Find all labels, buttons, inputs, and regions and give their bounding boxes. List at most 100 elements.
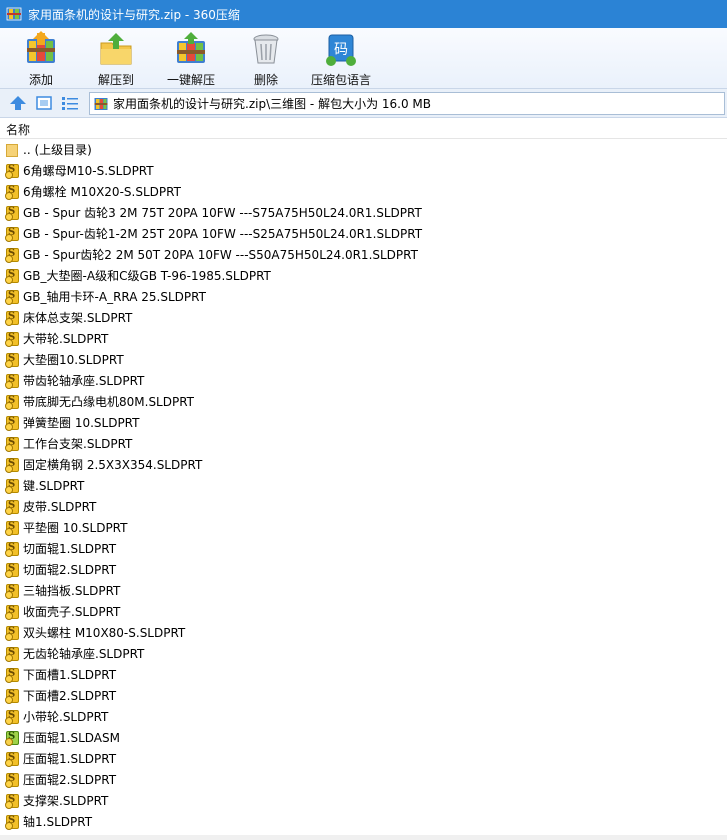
solidworks-part-icon: S	[5, 478, 21, 494]
file-name: 大垫圈10.SLDPRT	[23, 353, 124, 367]
solidworks-part-icon: S	[5, 205, 21, 221]
file-row[interactable]: S GB - Spur齿轮2 2M 50T 20PA 10FW ---S50A75…	[0, 244, 727, 265]
file-row[interactable]: S 切面辊1.SLDPRT	[0, 538, 727, 559]
file-row[interactable]: S GB_轴用卡环-A_RRA 25.SLDPRT	[0, 286, 727, 307]
solidworks-part-icon: S	[5, 646, 21, 662]
delete-button[interactable]: 删除	[230, 31, 302, 88]
solidworks-part-icon: S	[5, 541, 21, 557]
file-name: 固定横角钢 2.5X3X354.SLDPRT	[23, 458, 203, 472]
file-row[interactable]: S 工作台支架.SLDPRT	[0, 433, 727, 454]
archive-language-glyph: 码	[334, 42, 348, 58]
file-row[interactable]: S 压面辊1.SLDPRT	[0, 748, 727, 769]
file-row[interactable]: S 下面槽1.SLDPRT	[0, 664, 727, 685]
file-row[interactable]: S 带底脚无凸缘电机80M.SLDPRT	[0, 391, 727, 412]
file-row[interactable]: S 6角螺母M10-S.SLDPRT	[0, 160, 727, 181]
file-name: 切面辊1.SLDPRT	[23, 542, 117, 556]
solidworks-part-icon: S	[5, 814, 21, 830]
solidworks-part-icon: S	[5, 415, 21, 431]
file-row[interactable]: S 键.SLDPRT	[0, 475, 727, 496]
file-row[interactable]: S 收面壳子.SLDPRT	[0, 601, 727, 622]
file-name: 支撑架.SLDPRT	[23, 794, 109, 808]
solidworks-part-icon: S	[5, 751, 21, 767]
file-row[interactable]: S 平垫圈 10.SLDPRT	[0, 517, 727, 538]
file-row[interactable]: S 双头螺柱 M10X80-S.SLDPRT	[0, 622, 727, 643]
extract-to-button[interactable]: 解压到	[80, 31, 152, 88]
file-row[interactable]: S 弹簧垫圈 10.SLDPRT	[0, 412, 727, 433]
column-header-name[interactable]: 名称	[6, 121, 30, 138]
file-row[interactable]: S 6角螺栓 M10X20-S.SLDPRT	[0, 181, 727, 202]
file-row[interactable]: S 切面辊2.SLDPRT	[0, 559, 727, 580]
file-row[interactable]: S 固定横角钢 2.5X3X354.SLDPRT	[0, 454, 727, 475]
file-row[interactable]: S 轴1.SLDPRT	[0, 811, 727, 832]
add-archive-icon	[23, 31, 59, 67]
folder-icon	[5, 142, 21, 158]
file-name: 大带轮.SLDPRT	[23, 332, 109, 346]
file-row[interactable]: S 小带轮.SLDPRT	[0, 706, 727, 727]
solidworks-part-icon: S	[5, 709, 21, 725]
file-row[interactable]: S 皮带.SLDPRT	[0, 496, 727, 517]
extract-to-folder-icon	[98, 31, 134, 67]
file-row[interactable]: S GB - Spur-齿轮1-2M 25T 20PA 10FW ---S25A7…	[0, 223, 727, 244]
file-name: 带底脚无凸缘电机80M.SLDPRT	[23, 395, 195, 409]
file-name: 皮带.SLDPRT	[23, 500, 97, 514]
file-name: 6角螺栓 M10X20-S.SLDPRT	[23, 185, 181, 199]
file-name: 无齿轮轴承座.SLDPRT	[23, 647, 145, 661]
up-arrow-icon[interactable]	[9, 95, 27, 111]
status-strip	[0, 835, 727, 840]
file-row[interactable]: S 大垫圈10.SLDPRT	[0, 349, 727, 370]
file-list: .. (上级目录) S 6角螺母M10-S.SLDPRT S 6角螺栓 M10X20-S…	[0, 139, 727, 832]
archive-language-button[interactable]: 码 压缩包语言	[305, 31, 377, 88]
file-name: 键.SLDPRT	[23, 479, 85, 493]
file-row[interactable]: S 下面槽2.SLDPRT	[0, 685, 727, 706]
file-row[interactable]: S GB_大垫圈-A级和C级GB T-96-1985.SLDPRT	[0, 265, 727, 286]
one-click-extract-button-label: 一键解压	[166, 73, 215, 87]
extract-to-button-label: 解压到	[97, 73, 134, 87]
file-row[interactable]: S 大带轮.SLDPRT	[0, 328, 727, 349]
file-row[interactable]: S 带齿轮轴承座.SLDPRT	[0, 370, 727, 391]
file-row[interactable]: S 无齿轮轴承座.SLDPRT	[0, 643, 727, 664]
file-row[interactable]: S 压面辊1.SLDASM	[0, 727, 727, 748]
file-name: 床体总支架.SLDPRT	[23, 311, 133, 325]
trash-can-icon	[248, 31, 284, 67]
window-title: 家用面条机的设计与研究.zip - 360压缩	[28, 7, 240, 22]
file-name: .. (上级目录)	[23, 143, 92, 157]
details-view-icon[interactable]	[61, 95, 79, 111]
file-name: GB - Spur齿轮2 2M 50T 20PA 10FW ---S50A75H…	[23, 248, 418, 262]
solidworks-part-icon: S	[5, 457, 21, 473]
file-row[interactable]: S 床体总支架.SLDPRT	[0, 307, 727, 328]
solidworks-part-icon: S	[5, 373, 21, 389]
solidworks-part-icon: S	[5, 310, 21, 326]
solidworks-part-icon: S	[5, 604, 21, 620]
address-bar: 家用面条机的设计与研究.zip\三维图 - 解包大小为 16.0 MB	[0, 89, 727, 118]
solidworks-part-icon: S	[5, 625, 21, 641]
large-icons-view-icon[interactable]	[35, 95, 53, 111]
file-name: 下面槽2.SLDPRT	[23, 689, 117, 703]
solidworks-part-icon: S	[5, 499, 21, 515]
solidworks-assembly-icon: S	[5, 730, 21, 746]
file-row[interactable]: S 支撑架.SLDPRT	[0, 790, 727, 811]
file-row[interactable]: S 压面辊2.SLDPRT	[0, 769, 727, 790]
solidworks-part-icon: S	[5, 436, 21, 452]
file-name: 6角螺母M10-S.SLDPRT	[23, 164, 154, 178]
file-name: 轴1.SLDPRT	[23, 815, 93, 829]
file-name: 双头螺柱 M10X80-S.SLDPRT	[23, 626, 186, 640]
one-click-extract-button[interactable]: 一键解压	[155, 31, 227, 88]
file-name: 工作台支架.SLDPRT	[23, 437, 133, 451]
solidworks-part-icon: S	[5, 226, 21, 242]
file-name: 平垫圈 10.SLDPRT	[23, 521, 128, 535]
parent-directory-row[interactable]: .. (上级目录)	[0, 139, 727, 160]
solidworks-part-icon: S	[5, 352, 21, 368]
add-button[interactable]: 添加	[5, 31, 77, 88]
one-click-extract-icon	[173, 31, 209, 67]
file-row[interactable]: S 三轴挡板.SLDPRT	[0, 580, 727, 601]
toolbar: 添加 解压到 一键解压 删除 码 压缩包语言	[0, 28, 727, 89]
file-name: 收面壳子.SLDPRT	[23, 605, 121, 619]
path-field[interactable]: 家用面条机的设计与研究.zip\三维图 - 解包大小为 16.0 MB	[89, 92, 725, 115]
file-row[interactable]: S GB - Spur 齿轮3 2M 75T 20PA 10FW ---S75A7…	[0, 202, 727, 223]
file-name: 压面辊1.SLDPRT	[23, 752, 117, 766]
column-header-row: 名称	[0, 118, 727, 139]
archive-language-icon: 码	[323, 31, 359, 67]
file-name: 下面槽1.SLDPRT	[23, 668, 117, 682]
file-name: 带齿轮轴承座.SLDPRT	[23, 374, 145, 388]
solidworks-part-icon: S	[5, 289, 21, 305]
